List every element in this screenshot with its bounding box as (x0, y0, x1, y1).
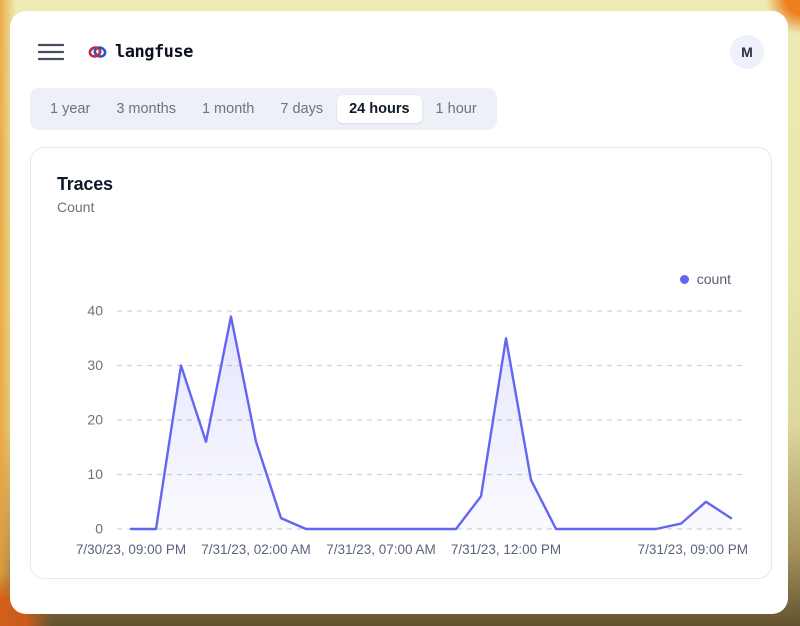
card-title: Traces (57, 174, 745, 195)
langfuse-logo-icon (88, 44, 107, 60)
app-header: langfuse M (10, 11, 788, 73)
window-frame: langfuse M 1 year3 months1 month7 days24… (0, 0, 800, 626)
tab-7-days[interactable]: 7 days (268, 95, 335, 123)
chart-legend: count (57, 271, 745, 287)
brand[interactable]: langfuse (88, 42, 193, 62)
x-tick-label: 7/31/23, 12:00 PM (451, 542, 561, 557)
y-tick-label: 10 (87, 466, 103, 482)
traces-area-chart: 0 10 20 30 40 7/30/23, 09:00 PM 7/31/23, 02:00… (57, 296, 747, 564)
x-tick-label: 7/31/23, 09:00 PM (638, 542, 747, 557)
traces-card: Traces Count count 0 10 20 30 40 7/30/23, 09:… (30, 147, 772, 579)
area-fill (131, 317, 731, 530)
tab-1-month[interactable]: 1 month (190, 95, 266, 123)
y-tick-label: 30 (87, 357, 103, 373)
y-tick-label: 0 (95, 521, 103, 537)
card-subtitle: Count (57, 199, 745, 215)
brand-name: langfuse (115, 42, 193, 62)
time-range-section: 1 year3 months1 month7 days24 hours1 hou… (10, 73, 788, 130)
x-tick-label: 7/30/23, 09:00 PM (76, 542, 186, 557)
tab-3-months[interactable]: 3 months (104, 95, 188, 123)
x-tick-label: 7/31/23, 02:00 AM (201, 542, 311, 557)
menu-button[interactable] (36, 39, 66, 65)
tab-1-year[interactable]: 1 year (38, 95, 102, 123)
tab-24-hours[interactable]: 24 hours (337, 95, 421, 123)
y-tick-label: 40 (87, 303, 103, 319)
tab-1-hour[interactable]: 1 hour (424, 95, 489, 123)
user-avatar[interactable]: M (730, 35, 764, 69)
hamburger-icon (38, 43, 64, 61)
legend-count-label: count (697, 271, 731, 287)
x-tick-label: 7/31/23, 07:00 AM (326, 542, 436, 557)
time-range-tabbar: 1 year3 months1 month7 days24 hours1 hou… (30, 88, 497, 130)
y-tick-label: 20 (87, 412, 103, 428)
legend-count-dot-icon (680, 275, 689, 284)
app-page: langfuse M 1 year3 months1 month7 days24… (10, 11, 788, 614)
